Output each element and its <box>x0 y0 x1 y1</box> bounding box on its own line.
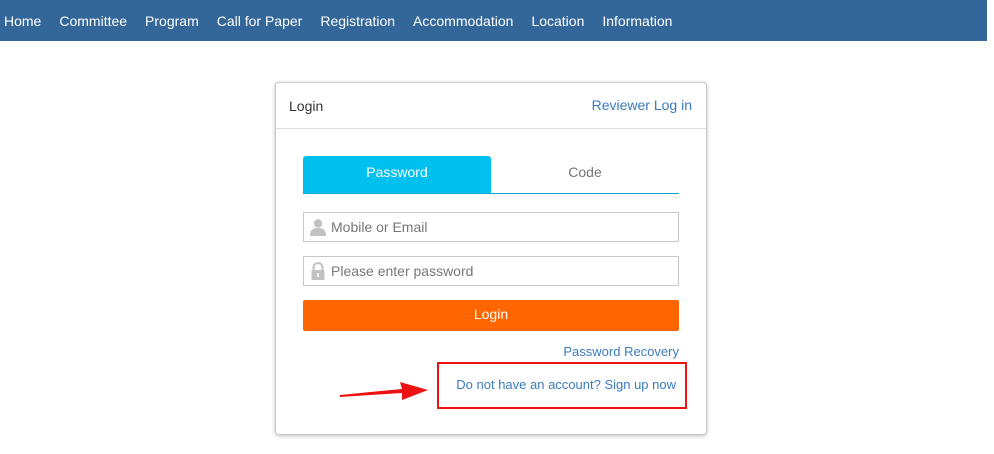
user-icon <box>309 218 327 236</box>
tab-password[interactable]: Password <box>303 156 491 193</box>
nav-item-registration[interactable]: Registration <box>316 2 395 40</box>
login-panel-header: Login Reviewer Log in <box>276 83 706 129</box>
nav-item-accommodation[interactable]: Accommodation <box>409 2 513 40</box>
mobile-or-email-input[interactable] <box>331 213 676 241</box>
top-navbar: Home Committee Program Call for Paper Re… <box>0 0 987 41</box>
nav-item-committee[interactable]: Committee <box>55 2 127 40</box>
signup-link[interactable]: Do not have an account? Sign up now <box>456 377 676 392</box>
signup-highlight-box: Do not have an account? Sign up now <box>437 362 687 409</box>
username-field <box>303 212 679 242</box>
nav-item-information[interactable]: Information <box>598 2 672 40</box>
nav-item-location[interactable]: Location <box>527 2 584 40</box>
password-input[interactable] <box>331 257 676 285</box>
reviewer-login-link[interactable]: Reviewer Log in <box>592 97 692 113</box>
password-recovery-link[interactable]: Password Recovery <box>563 344 679 359</box>
nav-item-home[interactable]: Home <box>0 2 41 40</box>
tab-code[interactable]: Code <box>491 156 679 193</box>
panel-title: Login <box>289 98 324 114</box>
password-field <box>303 256 679 286</box>
nav-item-call-for-paper[interactable]: Call for Paper <box>213 2 303 40</box>
login-method-tabs: Password Code <box>303 156 679 194</box>
login-button[interactable]: Login <box>303 300 679 331</box>
lock-icon <box>309 262 327 280</box>
arrow-right-icon <box>340 382 428 400</box>
nav-item-program[interactable]: Program <box>141 2 199 40</box>
